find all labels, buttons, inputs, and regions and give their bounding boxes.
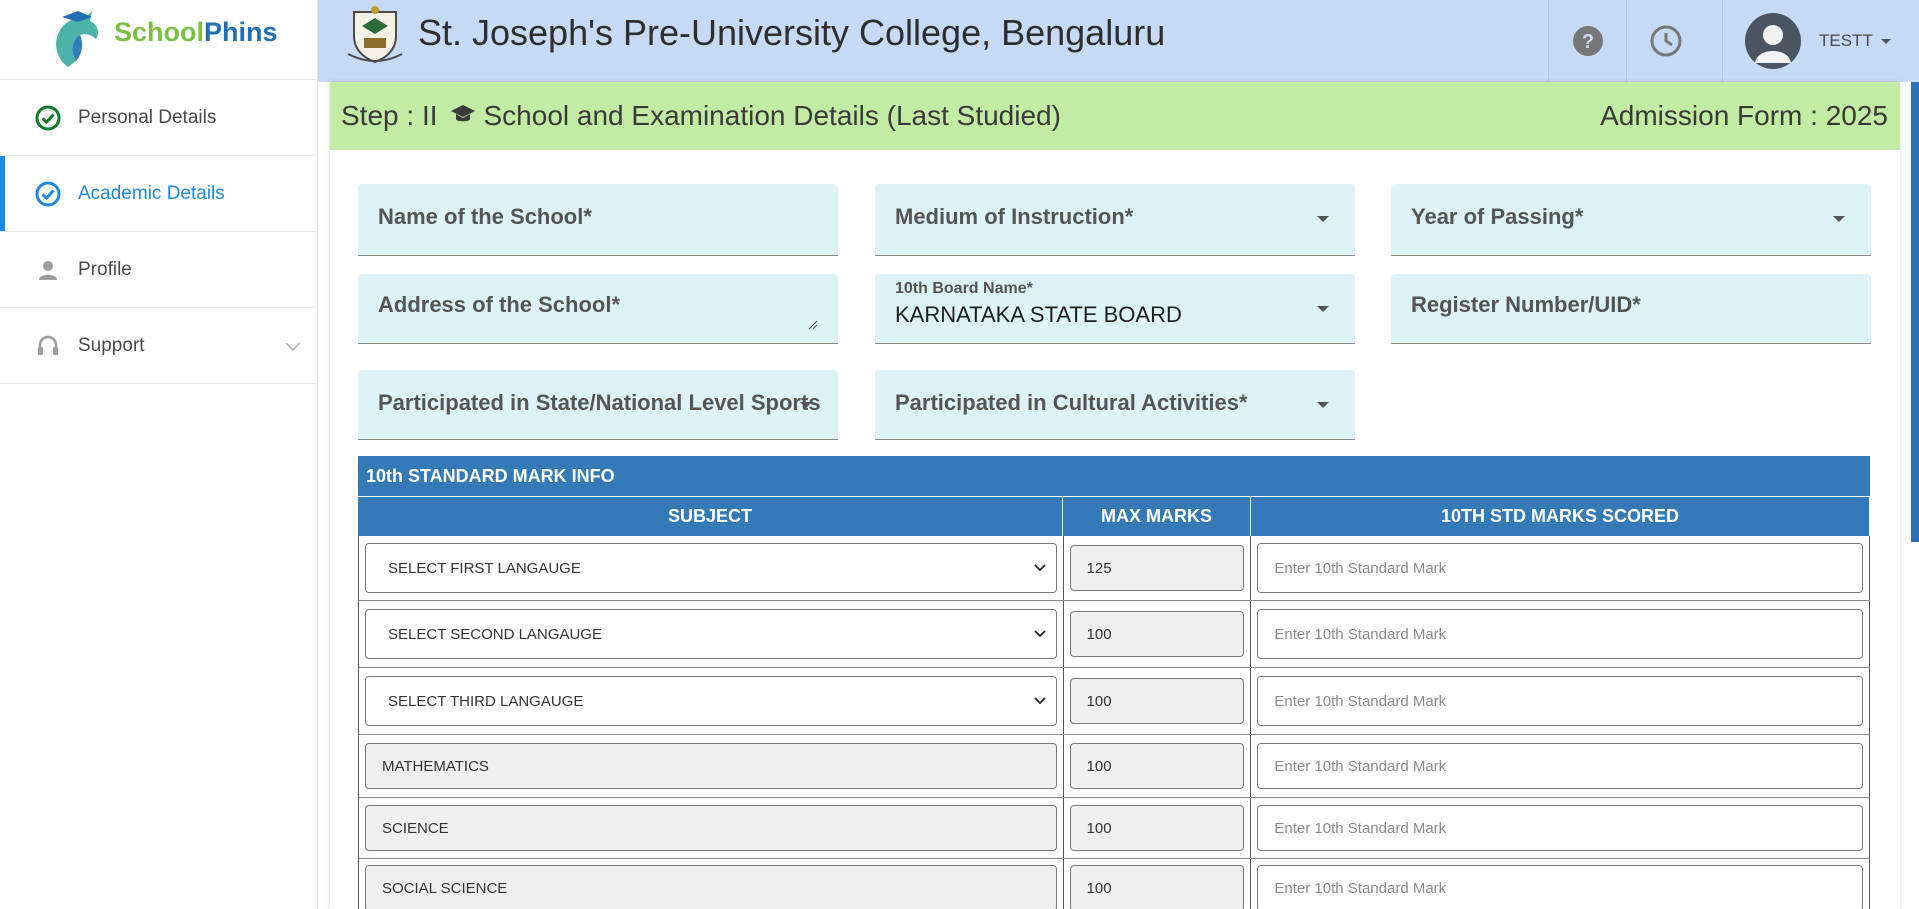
marks-table: 10th STANDARD MARK INFO SUBJECT MAX MARK… <box>358 456 1870 909</box>
table-row: SELECT FIRST LANGAUGE 125 Enter 10th Sta… <box>358 536 1870 601</box>
brand-name: SchoolPhins <box>114 17 278 47</box>
third-language-select[interactable]: SELECT THIRD LANGAUGE <box>365 676 1057 726</box>
sidebar-item-profile[interactable]: Profile <box>0 232 317 308</box>
person-icon <box>34 256 62 284</box>
table-row: SCIENCE 100 Enter 10th Standard Mark <box>358 798 1870 859</box>
school-address-field[interactable]: Address of the School* <box>358 274 838 344</box>
subject-social-science: SOCIAL SCIENCE <box>365 865 1057 909</box>
school-name-field[interactable]: Name of the School* <box>358 184 838 256</box>
max-marks-value: 100 <box>1069 865 1245 909</box>
resize-handle-icon[interactable] <box>808 317 818 335</box>
top-header: St. Joseph's Pre-University College, Ben… <box>318 0 1919 82</box>
max-marks-value: 125 <box>1069 545 1245 591</box>
college-crest-icon <box>347 6 403 64</box>
dolphin-logo-icon <box>56 10 98 67</box>
marks-input[interactable]: Enter 10th Standard Mark <box>1257 865 1863 909</box>
max-marks-value: 100 <box>1069 805 1245 851</box>
sidebar-item-personal-details[interactable]: Personal Details <box>0 80 317 156</box>
register-number-field[interactable]: Register Number/UID* <box>1391 274 1871 344</box>
scrollbar[interactable] <box>1911 82 1919 542</box>
subject-mathematics: MATHEMATICS <box>365 743 1057 789</box>
step-title: School and Examination Details (Last Stu… <box>483 100 1061 131</box>
dropdown-arrow-icon <box>800 402 812 408</box>
dropdown-arrow-icon <box>1317 402 1329 408</box>
year-of-passing-select[interactable]: Year of Passing* <box>1391 184 1871 256</box>
chevron-down-icon <box>1033 697 1046 705</box>
form-panel: Step : II School and Examination Details… <box>330 82 1900 909</box>
question-icon: ? <box>1572 26 1603 56</box>
max-marks-value: 100 <box>1069 743 1245 789</box>
marks-input[interactable]: Enter 10th Standard Mark <box>1257 805 1863 851</box>
cultural-select[interactable]: Participated in Cultural Activities* <box>875 370 1355 440</box>
header-subject: SUBJECT <box>358 497 1063 536</box>
medium-select[interactable]: Medium of Instruction* <box>875 184 1355 256</box>
caret-down-icon <box>1880 38 1891 44</box>
college-title: St. Joseph's Pre-University College, Ben… <box>418 12 1166 53</box>
user-menu[interactable]: TESTT <box>1722 0 1919 82</box>
second-language-select[interactable]: SELECT SECOND LANGAUGE <box>365 609 1057 659</box>
sports-select[interactable]: Participated in State/National Level Spo… <box>358 370 838 440</box>
clock-icon <box>1650 25 1681 57</box>
table-row: SELECT SECOND LANGAUGE 100 Enter 10th St… <box>358 601 1870 668</box>
step-header: Step : II School and Examination Details… <box>330 82 1900 150</box>
table-title: 10th STANDARD MARK INFO <box>358 456 1870 496</box>
sidebar-item-label: Support <box>78 334 145 356</box>
table-row: MATHEMATICS 100 Enter 10th Standard Mark <box>358 735 1870 798</box>
brand-logo[interactable]: SchoolPhins <box>0 0 317 80</box>
sidebar-item-label: Profile <box>78 258 132 280</box>
max-marks-value: 100 <box>1069 611 1245 657</box>
marks-input[interactable]: Enter 10th Standard Mark <box>1257 676 1863 726</box>
check-circle-icon <box>34 104 62 132</box>
dropdown-arrow-icon <box>1317 216 1329 222</box>
history-button[interactable] <box>1626 0 1704 82</box>
table-row: SELECT THIRD LANGAUGE 100 Enter 10th Sta… <box>358 668 1870 735</box>
board-name-select[interactable]: 10th Board Name* KARNATAKA STATE BOARD <box>875 274 1355 344</box>
step-label: Step : II <box>341 100 438 131</box>
graduation-cap-icon <box>450 100 476 132</box>
marks-input[interactable]: Enter 10th Standard Mark <box>1257 743 1863 789</box>
table-header: SUBJECT MAX MARKS 10TH STD MARKS SCORED <box>358 496 1870 536</box>
chevron-down-icon <box>285 336 301 358</box>
dropdown-arrow-icon <box>1317 306 1329 312</box>
user-name: TESTT <box>1819 31 1873 50</box>
header-max-marks: MAX MARKS <box>1063 497 1251 536</box>
headset-icon <box>34 332 62 360</box>
chevron-down-icon <box>1033 564 1046 572</box>
sidebar-item-label: Academic Details <box>78 182 225 204</box>
header-marks-scored: 10TH STD MARKS SCORED <box>1251 497 1870 536</box>
check-circle-icon <box>34 180 62 208</box>
chevron-down-icon <box>1033 630 1046 638</box>
max-marks-value: 100 <box>1069 678 1245 724</box>
sidebar-item-label: Personal Details <box>78 106 217 128</box>
help-button[interactable]: ? <box>1548 0 1626 82</box>
sidebar-item-academic-details[interactable]: Academic Details <box>0 156 317 232</box>
avatar <box>1745 13 1801 69</box>
table-row: SOCIAL SCIENCE 100 Enter 10th Standard M… <box>358 859 1870 909</box>
sidebar-item-support[interactable]: Support <box>0 308 317 384</box>
sidebar: SchoolPhins Personal Details Academic De… <box>0 0 318 909</box>
dropdown-arrow-icon <box>1833 216 1845 222</box>
svg-text:?: ? <box>1581 31 1593 53</box>
admission-form-label: Admission Form : 2025 <box>1600 100 1888 131</box>
marks-input[interactable]: Enter 10th Standard Mark <box>1257 609 1863 659</box>
marks-input[interactable]: Enter 10th Standard Mark <box>1257 543 1863 593</box>
first-language-select[interactable]: SELECT FIRST LANGAUGE <box>365 543 1057 593</box>
subject-science: SCIENCE <box>365 805 1057 851</box>
